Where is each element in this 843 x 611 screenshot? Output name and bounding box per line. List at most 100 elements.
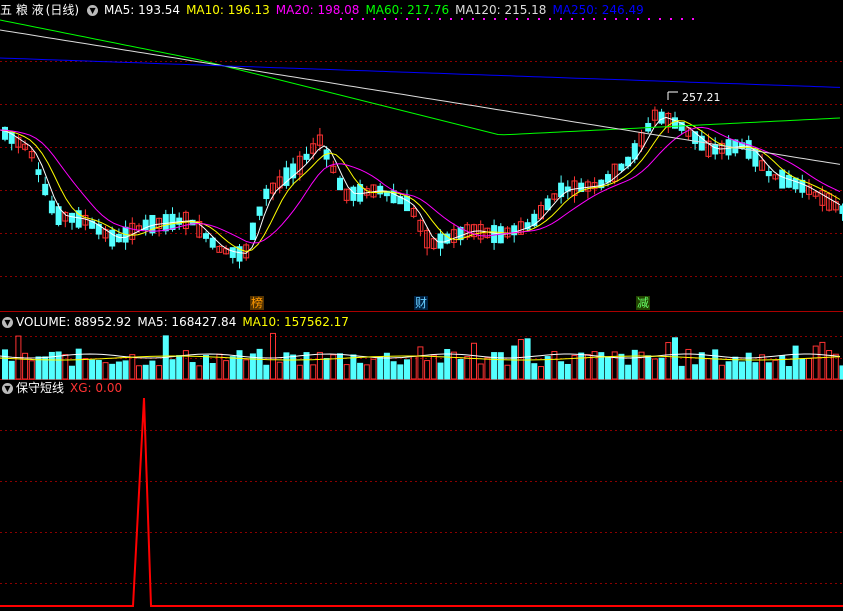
candle-body	[712, 144, 719, 155]
volume-bar	[524, 338, 531, 380]
price-high-label: 257.21	[682, 91, 721, 104]
volume-bar	[136, 365, 142, 380]
candle-body	[491, 225, 498, 243]
candle-body	[48, 200, 55, 214]
volume-bar	[303, 352, 310, 380]
volume-bar	[819, 341, 826, 380]
candle-body	[799, 179, 806, 193]
volume-bar	[89, 359, 96, 380]
candle-body	[437, 233, 444, 249]
top-dot	[351, 18, 353, 20]
volume-bar	[739, 361, 745, 380]
volume-bar	[75, 348, 82, 380]
volume-bar	[28, 360, 35, 380]
volume-bar	[122, 360, 129, 380]
volume-bar	[645, 355, 652, 380]
volume-bar	[149, 360, 156, 380]
volume-bar	[491, 352, 498, 380]
volume-bar	[517, 339, 524, 380]
volume-bar	[243, 359, 250, 380]
top-dot	[681, 18, 683, 20]
volume-bar	[564, 363, 571, 380]
top-dot	[450, 18, 452, 20]
candle-body	[544, 198, 551, 211]
candle-body	[732, 139, 739, 154]
volume-bar	[832, 353, 839, 380]
top-dot	[659, 18, 661, 20]
volume-bar	[732, 356, 739, 380]
volume-bar	[631, 349, 638, 380]
volume-bar	[196, 365, 203, 380]
volume-bar	[363, 364, 370, 380]
volume-bar	[350, 354, 357, 380]
volume-bar	[806, 357, 812, 380]
top-dot	[395, 18, 397, 20]
volume-bar	[651, 358, 658, 380]
volume-bar	[390, 361, 397, 380]
top-dot	[538, 18, 540, 20]
volume-bar	[203, 355, 209, 380]
volume-bar	[665, 342, 672, 380]
volume-bar	[497, 352, 504, 380]
volume-bar	[229, 356, 236, 380]
volume-bar	[276, 361, 283, 380]
top-dot	[637, 18, 639, 20]
volume-bar	[310, 364, 317, 380]
top-dot	[560, 18, 562, 20]
volume-bar	[504, 364, 511, 380]
volume-bar	[156, 365, 163, 380]
volume-bar	[605, 356, 611, 380]
top-dot	[417, 18, 419, 20]
candle-body	[229, 247, 236, 258]
kline-chart[interactable]: 257.21	[0, 0, 843, 611]
volume-bar	[383, 352, 390, 380]
top-dot	[615, 18, 617, 20]
top-dot	[604, 18, 606, 20]
volume-bar	[142, 364, 149, 380]
volume-bar	[558, 361, 565, 380]
candle-body	[658, 111, 665, 124]
volume-bar	[8, 360, 15, 380]
volume-bar	[812, 345, 819, 380]
volume-bar	[22, 352, 29, 380]
volume-bar	[263, 364, 270, 380]
top-dot	[362, 18, 364, 20]
volume-bar	[404, 359, 410, 380]
volume-bar	[772, 359, 779, 380]
volume-bar	[417, 346, 424, 380]
candle-body	[35, 169, 42, 175]
volume-bar	[712, 349, 719, 380]
top-dot	[670, 18, 672, 20]
top-dot	[527, 18, 529, 20]
volume-bar	[625, 364, 632, 380]
top-dot	[439, 18, 441, 20]
volume-bar	[698, 352, 705, 380]
candle-body	[792, 177, 799, 190]
volume-bar	[511, 345, 518, 380]
volume-bar	[189, 362, 196, 380]
volume-bar	[82, 358, 89, 380]
volume-bar	[115, 361, 122, 380]
volume-bar	[337, 353, 343, 380]
candle-body	[256, 206, 263, 216]
volume-bar	[450, 351, 457, 380]
volume-bar	[705, 358, 712, 380]
candle-body	[2, 126, 8, 140]
top-dot	[505, 18, 507, 20]
volume-bar	[692, 364, 699, 380]
candle-body	[404, 195, 410, 212]
candle-body	[303, 153, 310, 160]
top-dot	[384, 18, 386, 20]
volume-bar	[464, 356, 471, 380]
volume-bar	[718, 364, 725, 380]
volume-bar	[209, 363, 216, 380]
candle-body	[203, 233, 209, 239]
candle-body	[263, 188, 270, 200]
volume-bar	[370, 358, 377, 380]
volume-bar	[216, 353, 223, 380]
candle-body	[69, 212, 75, 223]
volume-bar	[296, 364, 303, 380]
top-dot	[549, 18, 551, 20]
candle-body	[765, 170, 772, 177]
volume-bar	[765, 362, 772, 380]
